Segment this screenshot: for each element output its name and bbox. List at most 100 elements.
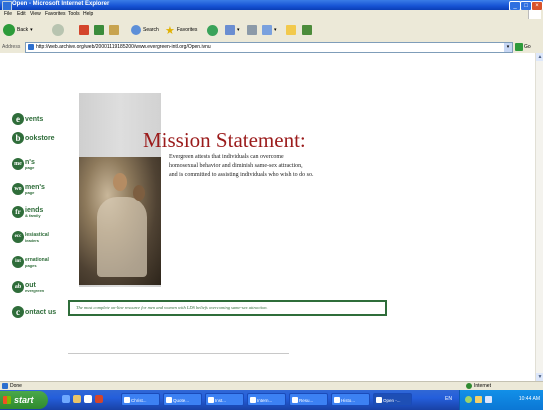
windows-logo-icon [528, 10, 541, 19]
menu-edit[interactable]: Edit [17, 11, 26, 17]
chevron-down-icon: ▾ [274, 27, 277, 33]
address-label: Address [2, 44, 21, 50]
task-label: Quote... [173, 398, 190, 403]
edit-icon [262, 25, 272, 35]
system-tray: 10:44 AM [459, 390, 543, 410]
back-arrow-icon [3, 24, 15, 36]
nav-about-evergreen[interactable]: ab out evergreen [12, 279, 44, 295]
window-title: Open - Microsoft Internet Explorer [12, 1, 110, 7]
nav-initial: ecc [12, 231, 24, 243]
search-icon [131, 25, 141, 35]
nav-initial: int [12, 256, 24, 268]
nav-label: vents [25, 115, 44, 123]
start-button[interactable]: start [0, 391, 48, 409]
discuss-button[interactable] [286, 23, 296, 37]
nav-sublabel: page [25, 189, 35, 195]
task-inst[interactable]: Inst... [205, 393, 244, 406]
stop-button[interactable] [79, 23, 89, 37]
task-label: Inst... [215, 398, 227, 403]
back-button[interactable]: Back ▾ [3, 23, 33, 37]
page-heading: Mission Statement: [143, 128, 306, 152]
nav-label: ookstore [25, 134, 55, 142]
media-quicklaunch-icon[interactable] [95, 395, 103, 403]
home-button[interactable] [109, 23, 119, 37]
window-icon [124, 397, 130, 403]
task-intern[interactable]: Intern... [247, 393, 286, 406]
task-open[interactable]: Open -... [373, 393, 412, 406]
messenger-icon [302, 25, 312, 35]
favorites-button[interactable]: ★ Favorites [165, 23, 197, 37]
address-input[interactable]: http://web.archive.org/web/2000111918520… [25, 42, 513, 53]
nav-events[interactable]: e vents [12, 111, 43, 127]
divider [68, 353, 289, 354]
scroll-down-icon[interactable]: ▼ [536, 373, 543, 381]
windows-logo-icon [3, 396, 11, 404]
search-button[interactable]: Search [131, 23, 159, 37]
task-resu[interactable]: Resu... [289, 393, 328, 406]
ie-quicklaunch-icon[interactable] [62, 395, 70, 403]
go-button[interactable]: Go [515, 42, 531, 52]
volume-icon[interactable] [475, 396, 482, 403]
menu-tools[interactable]: Tools [68, 11, 80, 17]
stop-icon [79, 25, 89, 35]
nav-initial: wo [12, 183, 24, 195]
nav-contact-us[interactable]: c ontact us [12, 304, 56, 320]
task-quote[interactable]: Quote... [163, 393, 202, 406]
nav-ecclesiastical-leaders[interactable]: ecc lesiastical leaders [12, 229, 49, 245]
security-icon[interactable] [485, 396, 492, 403]
nav-label: ernational [25, 256, 49, 263]
edit-button[interactable]: ▾ [262, 23, 277, 37]
star-icon: ★ [165, 24, 175, 37]
status-text: Done [10, 383, 22, 389]
security-zone: Internet [474, 383, 491, 389]
page-icon [2, 383, 8, 389]
task-histo[interactable]: Histo... [331, 393, 370, 406]
task-label: Histo... [341, 398, 356, 403]
scroll-up-icon[interactable]: ▲ [536, 53, 543, 61]
chevron-down-icon: ▾ [237, 27, 240, 33]
history-button[interactable] [207, 23, 218, 37]
refresh-button[interactable] [94, 23, 104, 37]
desktop-quicklaunch-icon[interactable] [84, 395, 92, 403]
folder-quicklaunch-icon[interactable] [73, 395, 81, 403]
nav-friends-family[interactable]: fr iends & family [12, 204, 43, 220]
task-christ[interactable]: Christ... [121, 393, 160, 406]
nav-sublabel: & family [25, 212, 41, 218]
globe-icon [466, 383, 472, 389]
start-label: start [14, 395, 34, 405]
vertical-scrollbar[interactable]: ▲ ▼ [535, 53, 543, 381]
task-label: Resu... [299, 398, 314, 403]
menu-help[interactable]: Help [83, 11, 93, 17]
chevron-down-icon: ▾ [30, 27, 33, 33]
window-icon [166, 397, 172, 403]
forward-arrow-icon [52, 24, 64, 36]
nav-bookstore[interactable]: b ookstore [12, 130, 55, 146]
forward-button[interactable] [52, 23, 64, 37]
nav-womens-page[interactable]: wo men's page [12, 181, 45, 197]
nav-mens-page[interactable]: me n's page [12, 156, 35, 172]
nav-international-pages[interactable]: int ernational pages [12, 254, 49, 270]
window-icon [208, 397, 214, 403]
history-icon [207, 24, 218, 36]
folder-icon [286, 25, 296, 35]
mission-line-2: homosexual behavior and diminish same-se… [169, 163, 303, 169]
embrace-photo [79, 157, 161, 285]
menu-view[interactable]: View [30, 11, 41, 17]
task-label: Open -... [383, 398, 401, 403]
address-url: http://web.archive.org/web/2000111918520… [36, 44, 211, 50]
language-indicator[interactable]: EN [445, 396, 452, 402]
network-icon[interactable] [465, 396, 472, 403]
nav-initial: b [12, 132, 24, 144]
refresh-icon [94, 25, 104, 35]
mission-line-1: Evergreen attests that individuals can o… [169, 154, 284, 160]
menu-file[interactable]: File [4, 11, 12, 17]
menu-favorites[interactable]: Favorites [45, 11, 66, 17]
mail-button[interactable]: ▾ [225, 23, 240, 37]
nav-initial: fr [12, 206, 24, 218]
nav-sublabel: pages [25, 262, 37, 268]
print-button[interactable] [247, 23, 257, 37]
task-label: Christ... [131, 398, 147, 403]
chevron-down-icon[interactable]: ▾ [504, 43, 512, 52]
nav-sublabel: leaders [25, 237, 40, 243]
messenger-button[interactable] [302, 23, 312, 37]
